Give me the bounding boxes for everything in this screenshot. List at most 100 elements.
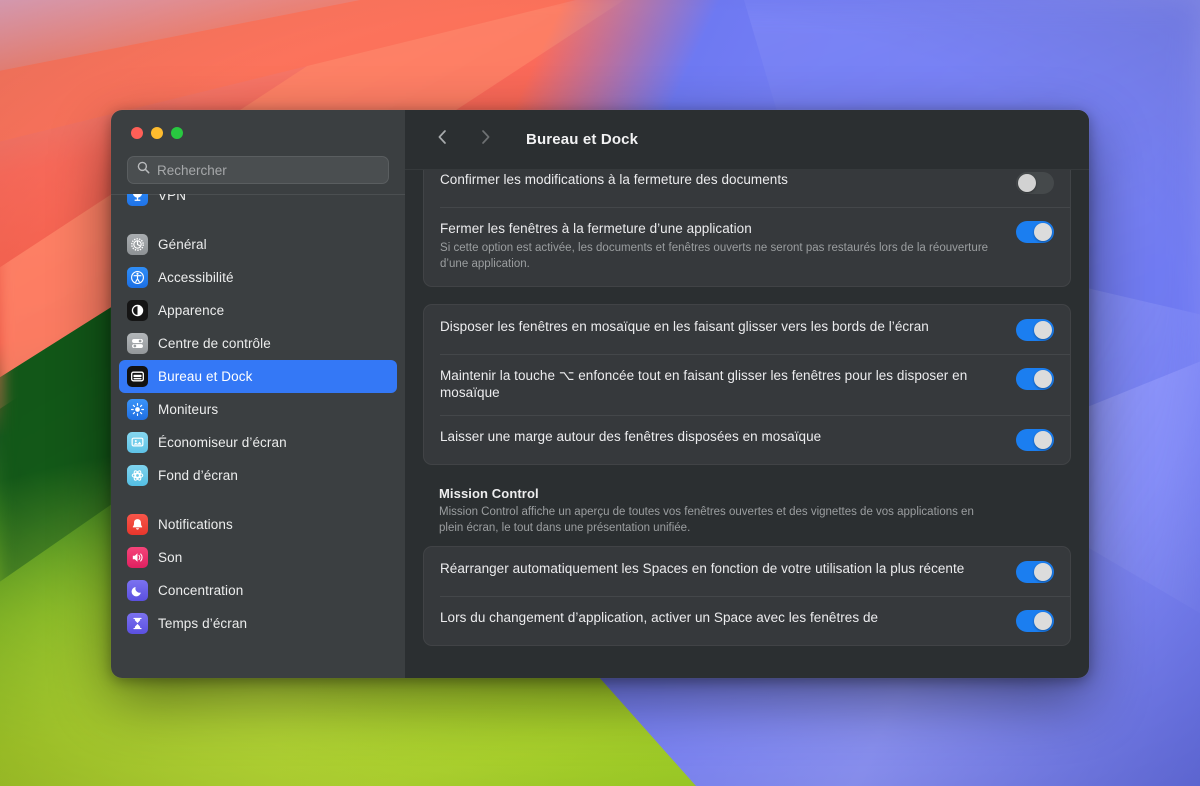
setting-label: Maintenir la touche ⌥ enfoncée tout en f… (440, 367, 968, 401)
search-input[interactable] (157, 162, 379, 178)
sidebar-item-accessibility[interactable]: Accessibilité (119, 261, 397, 294)
chevron-right-icon (479, 128, 492, 151)
sidebar-item-label: Concentration (158, 583, 244, 598)
setting-row-hold-option-tile: Maintenir la touche ⌥ enfoncée tout en f… (424, 353, 1070, 416)
setting-row-rearrange-spaces: Réarranger automatiquement les Spaces en… (424, 547, 1070, 596)
setting-row-tiled-margin: Laisser une marge autour des fenêtres di… (424, 415, 1070, 464)
sidebar-item-displays[interactable]: Moniteurs (119, 393, 397, 426)
toggle-knob (1034, 320, 1052, 339)
setting-label: Lors du changement d’application, active… (440, 609, 879, 625)
card-windows: Confirmer les modifications à la fermetu… (423, 170, 1071, 287)
setting-row-close-windows: Fermer les fenêtres à la fermeture d’une… (424, 207, 1070, 286)
sidebar-item-vpn[interactable]: VPN (119, 194, 397, 212)
toggle-knob (1034, 223, 1052, 241)
control-center-icon (127, 333, 148, 354)
setting-description: Si cette option est activée, les documen… (440, 241, 989, 270)
sidebar-item-label: Fond d’écran (158, 468, 238, 483)
toggle-close-windows[interactable] (1016, 221, 1054, 243)
setting-label: Laisser une marge autour des fenêtres di… (440, 429, 822, 445)
sidebar-item-focus[interactable]: Concentration (119, 574, 397, 607)
sidebar-item-screensaver[interactable]: Économiseur d’écran (119, 426, 397, 459)
toggle-knob (1034, 562, 1052, 581)
setting-row-switch-space-on-app: Lors du changement d’application, active… (424, 595, 1070, 645)
sidebar-group-gap-2 (119, 492, 397, 508)
toggle-knob (1018, 174, 1036, 192)
card-mission-control: Réarranger automatiquement les Spaces en… (423, 545, 1071, 646)
toggle-rearrange-spaces[interactable] (1016, 560, 1054, 583)
page-title: Bureau et Dock (526, 131, 639, 148)
sidebar-item-notifications[interactable]: Notifications (119, 508, 397, 541)
toggle-confirm-changes[interactable] (1016, 172, 1054, 194)
screensaver-icon (127, 432, 148, 453)
minimize-button[interactable] (151, 127, 163, 139)
sound-icon (127, 547, 148, 568)
search-container (111, 156, 405, 194)
row-texts: Disposer les fenêtres en mosaïque en les… (440, 318, 1004, 336)
toggle-hold-option-tile[interactable] (1016, 367, 1054, 390)
row-texts: Réarranger automatiquement les Spaces en… (440, 560, 1004, 578)
search-icon (137, 161, 150, 179)
sidebar-item-screen-time[interactable]: Temps d’écran (119, 607, 397, 640)
search-field[interactable] (127, 156, 389, 184)
sidebar-item-label: Apparence (158, 303, 225, 318)
setting-label: Réarranger automatiquement les Spaces en… (440, 560, 965, 576)
row-texts: Lors du changement d’application, active… (440, 609, 1004, 627)
chevron-left-icon (436, 128, 449, 151)
notifications-icon (127, 514, 148, 535)
sidebar-item-general[interactable]: Général (119, 228, 397, 261)
toggle-switch-space-on-app[interactable] (1016, 609, 1054, 632)
toggle-knob (1034, 369, 1052, 388)
sidebar-item-label: Son (158, 550, 183, 565)
zoom-button[interactable] (171, 127, 183, 139)
setting-label: Disposer les fenêtres en mosaïque en les… (440, 318, 929, 334)
section-title: Mission Control (439, 486, 539, 502)
displays-icon (127, 399, 148, 420)
sidebar-item-label: Centre de contrôle (158, 336, 271, 351)
sidebar-item-sound[interactable]: Son (119, 541, 397, 574)
toggle-tiled-margin[interactable] (1016, 429, 1054, 452)
sidebar-item-label: Économiseur d’écran (158, 435, 287, 450)
sidebar-item-control-center[interactable]: Centre de contrôle (119, 327, 397, 360)
row-texts: Confirmer les modifications à la fermetu… (440, 171, 1004, 189)
toolbar: Bureau et Dock (405, 110, 1089, 170)
close-button[interactable] (131, 127, 143, 139)
accessibility-icon (127, 267, 148, 288)
section-header-mission-control: Mission Control Mission Control affiche … (423, 465, 1071, 546)
gear-icon (127, 234, 148, 255)
sidebar-item-label: Accessibilité (158, 270, 234, 285)
sidebar-item-label: Notifications (158, 517, 233, 532)
toggle-tile-drag-edges[interactable] (1016, 318, 1054, 341)
sidebar-item-wallpaper[interactable]: Fond d’écran (119, 459, 397, 492)
section-description: Mission Control affiche un aperçu de tou… (439, 506, 974, 535)
sidebar-list: VPN Général Accessibilité Apparence Cent… (111, 194, 405, 640)
row-texts: Laisser une marge autour des fenêtres di… (440, 428, 1004, 446)
setting-label: Fermer les fenêtres à la fermeture d’une… (440, 221, 752, 236)
setting-label: Confirmer les modifications à la fermetu… (440, 172, 788, 187)
sidebar-item-label: Temps d’écran (158, 616, 248, 631)
focus-icon (127, 580, 148, 601)
toggle-knob (1034, 611, 1052, 630)
wallpaper-icon (127, 465, 148, 486)
desktop-dock-icon (127, 366, 148, 387)
row-texts: Fermer les fenêtres à la fermeture d’une… (440, 220, 1004, 273)
settings-scroll-area[interactable]: Confirmer les modifications à la fermetu… (405, 170, 1089, 678)
toggle-knob (1034, 431, 1052, 450)
sidebar-item-label: Bureau et Dock (158, 369, 253, 384)
sidebar-item-desktop-and-dock[interactable]: Bureau et Dock (119, 360, 397, 393)
sidebar-item-label: Moniteurs (158, 402, 219, 417)
card-tiling: Disposer les fenêtres en mosaïque en les… (423, 303, 1071, 466)
setting-row-tile-drag-edges: Disposer les fenêtres en mosaïque en les… (424, 305, 1070, 354)
screen-time-icon (127, 613, 148, 634)
sidebar-scroll-area[interactable]: VPN Général Accessibilité Apparence Cent… (111, 194, 405, 678)
detail-pane: Bureau et Dock Confirmer les modificatio… (405, 110, 1089, 678)
setting-row-confirm-changes: Confirmer les modifications à la fermetu… (424, 170, 1070, 207)
vpn-icon (127, 194, 148, 206)
forward-button[interactable] (470, 125, 500, 155)
back-button[interactable] (427, 125, 457, 155)
sidebar-item-label: VPN (158, 194, 187, 203)
sidebar-item-label: Général (158, 237, 207, 252)
desktop-wallpaper: VPN Général (0, 0, 1200, 786)
traffic-lights (111, 110, 405, 156)
sidebar-item-appearance[interactable]: Apparence (119, 294, 397, 327)
